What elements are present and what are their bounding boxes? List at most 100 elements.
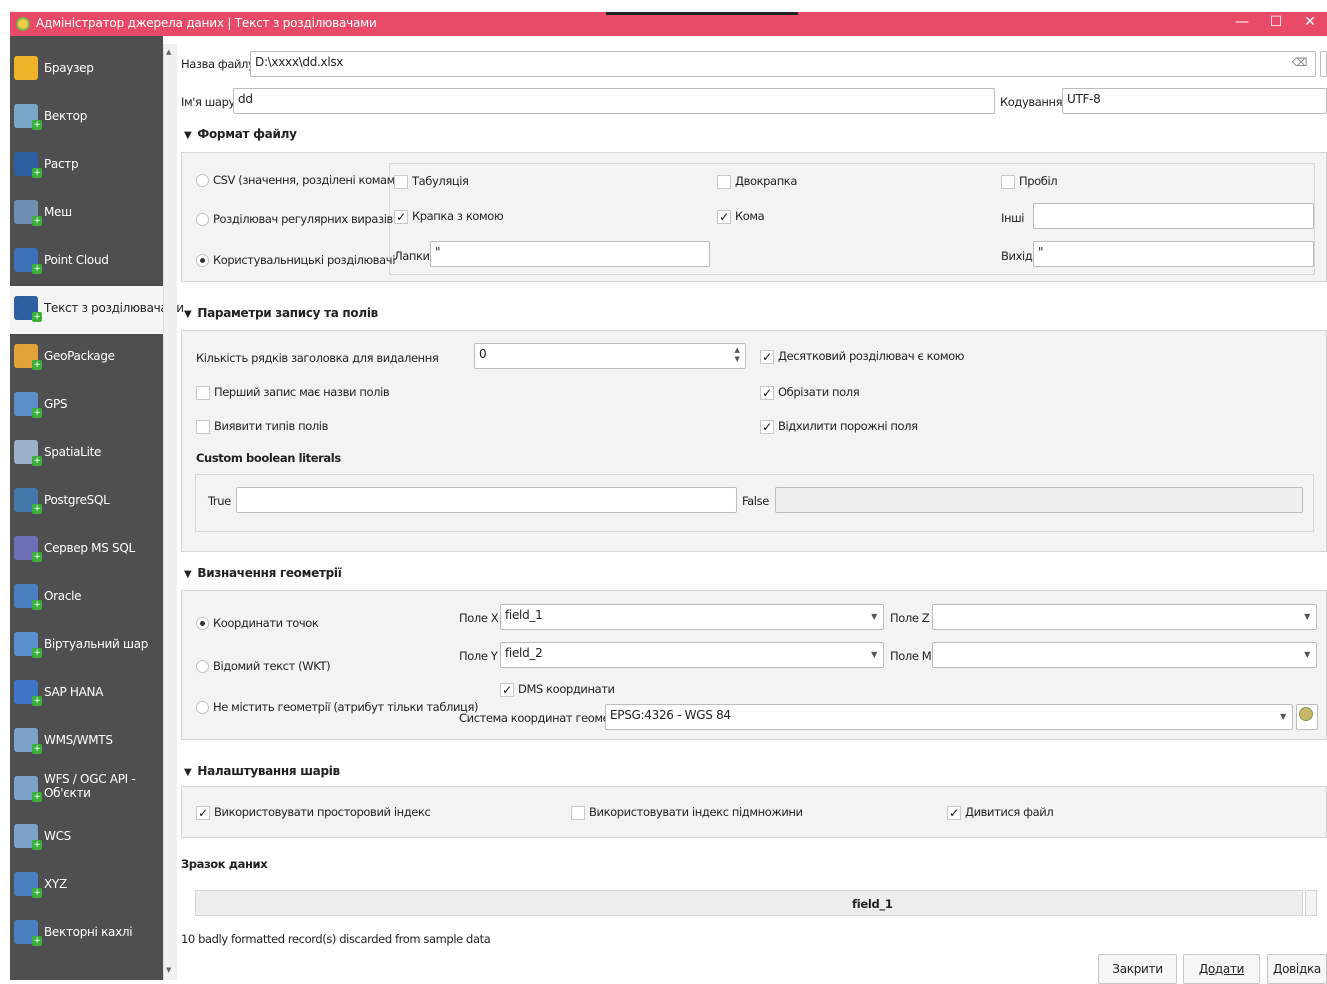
sidebar-item-label: Point Cloud bbox=[44, 253, 109, 267]
discard-empty-checkbox[interactable]: Відхилити порожні поля bbox=[760, 419, 918, 434]
crs-select[interactable]: EPSG:4326 - WGS 84 ▼ bbox=[605, 704, 1293, 730]
add-badge-icon: + bbox=[32, 936, 42, 946]
spatial-index-checkbox[interactable]: Використовувати просторовий індекс bbox=[196, 805, 431, 820]
radio-dot bbox=[196, 701, 209, 714]
close-window-button[interactable]: ✕ bbox=[1296, 14, 1324, 30]
sidebar-item-wcs[interactable]: + WCS bbox=[10, 814, 163, 862]
y-field-value: field_2 bbox=[505, 646, 543, 660]
m-field-select[interactable]: ▼ bbox=[932, 642, 1317, 668]
sidebar-item-folder[interactable]: Браузер bbox=[10, 46, 163, 94]
filename-value: D:\xxxx\dd.xlsx bbox=[255, 55, 344, 69]
subset-index-label: Використовувати індекс підмножини bbox=[589, 805, 803, 819]
checkbox-box bbox=[717, 174, 731, 189]
dms-checkbox[interactable]: DMS координати bbox=[500, 682, 615, 697]
discard-empty-label: Відхилити порожні поля bbox=[778, 419, 918, 433]
true-input[interactable] bbox=[236, 487, 737, 513]
x-field-value: field_1 bbox=[505, 608, 543, 622]
point-coordinates-radio[interactable]: Координати точок bbox=[196, 616, 319, 630]
geometry-section-header[interactable]: ▼ Визначення геометрії bbox=[184, 566, 342, 580]
sidebar-item-label: SpatiaLite bbox=[44, 445, 102, 459]
colon-checkbox[interactable]: Двокрапка bbox=[717, 174, 797, 189]
sample-column-header[interactable]: field_1 bbox=[852, 897, 893, 911]
trim-fields-label: Обрізати поля bbox=[778, 385, 860, 399]
sidebar-item-mesh[interactable]: + Меш bbox=[10, 190, 163, 238]
sidebar-item-vector-tiles[interactable]: + Векторні кахлі bbox=[10, 910, 163, 958]
sidebar-item-delimited-text[interactable]: + Текст з розділювачами bbox=[10, 286, 184, 334]
y-field-select[interactable]: field_2 ▼ bbox=[500, 642, 884, 668]
sidebar-item-oracle[interactable]: + Oracle bbox=[10, 574, 163, 622]
scroll-down-icon[interactable]: ▼ bbox=[166, 966, 171, 974]
csv-label: CSV (значення, розділені комами) bbox=[213, 173, 407, 187]
subset-index-checkbox[interactable]: Використовувати індекс підмножини bbox=[571, 805, 803, 820]
layer-name-input[interactable]: dd bbox=[233, 88, 995, 114]
sample-note: 10 badly formatted record(s) discarded f… bbox=[181, 932, 491, 946]
csv-radio[interactable]: CSV (значення, розділені комами) bbox=[196, 173, 406, 187]
sidebar-item-xyz[interactable]: + XYZ bbox=[10, 862, 163, 910]
encoding-select[interactable]: UTF-8 bbox=[1062, 88, 1327, 114]
tab-label: Табуляція bbox=[412, 174, 469, 188]
crs-selector-button[interactable] bbox=[1296, 704, 1318, 730]
sidebar-item-spatialite[interactable]: + SpatiaLite bbox=[10, 430, 163, 478]
sidebar-item-gps[interactable]: + GPS bbox=[10, 382, 163, 430]
add-badge-icon: + bbox=[32, 216, 42, 226]
layer-settings-title: Налаштування шарів bbox=[197, 764, 340, 778]
decimal-comma-checkbox[interactable]: Десятковий розділювач є комою bbox=[760, 349, 964, 364]
other-delimiter-input[interactable] bbox=[1033, 203, 1314, 229]
sidebar-item-virtual-layer[interactable]: + Віртуальний шар bbox=[10, 622, 163, 670]
skip-lines-spinbox[interactable]: 0 ▲ ▼ bbox=[474, 343, 746, 369]
no-geometry-radio[interactable]: Не містить геометрії (атрибут тільки таб… bbox=[196, 700, 478, 714]
spin-arrows-icon[interactable]: ▲ ▼ bbox=[731, 346, 743, 366]
false-input[interactable] bbox=[775, 487, 1303, 513]
wkt-radio[interactable]: Відомий текст (WKT) bbox=[196, 659, 331, 673]
filename-input[interactable]: D:\xxxx\dd.xlsx ⌫ bbox=[250, 51, 1316, 77]
sidebar-item-label: Oracle bbox=[44, 589, 82, 603]
tab-checkbox[interactable]: Табуляція bbox=[394, 174, 469, 189]
sidebar-item-label: SAP HANA bbox=[44, 685, 104, 699]
add-badge-icon: + bbox=[32, 648, 42, 658]
sidebar-item-geopackage[interactable]: + GeoPackage bbox=[10, 334, 163, 382]
qgis-logo-icon bbox=[16, 17, 30, 31]
records-section-header[interactable]: ▼ Параметри запису та полів bbox=[184, 306, 378, 320]
sidebar-item-wfs[interactable]: + WFS / OGC API - Об'єкти bbox=[10, 766, 163, 814]
layer-settings-section-header[interactable]: ▼ Налаштування шарів bbox=[184, 764, 340, 778]
quote-input[interactable]: " bbox=[430, 241, 710, 267]
first-record-checkbox[interactable]: Перший запис має назви полів bbox=[196, 385, 390, 400]
quote-value: " bbox=[435, 245, 441, 259]
sidebar-item-point-cloud[interactable]: + Point Cloud bbox=[10, 238, 163, 286]
maximize-button[interactable]: ☐ bbox=[1262, 14, 1290, 30]
x-field-select[interactable]: field_1 ▼ bbox=[500, 604, 884, 630]
semicolon-label: Крапка з комою bbox=[412, 209, 504, 223]
sidebar: Браузер + Вектор + Растр + Меш + Point Cloud + Тек… bbox=[10, 36, 184, 980]
sidebar-item-postgresql[interactable]: + PostgreSQL bbox=[10, 478, 163, 526]
regex-radio[interactable]: Розділювач регулярних виразів bbox=[196, 212, 393, 226]
checkbox-box bbox=[196, 419, 210, 434]
collapse-icon: ▼ bbox=[184, 130, 192, 141]
clear-icon[interactable]: ⌫ bbox=[1292, 56, 1308, 69]
sidebar-item-sap-hana[interactable]: + SAP HANA bbox=[10, 670, 163, 718]
comma-checkbox[interactable]: Кома bbox=[717, 209, 765, 224]
trim-fields-checkbox[interactable]: Обрізати поля bbox=[760, 385, 860, 400]
space-checkbox[interactable]: Пробіл bbox=[1001, 174, 1058, 189]
watch-file-checkbox[interactable]: Дивитися файл bbox=[947, 805, 1054, 820]
add-badge-icon: + bbox=[32, 744, 42, 754]
comma-label: Кома bbox=[735, 209, 765, 223]
format-section-header[interactable]: ▼ Формат файлу bbox=[184, 127, 297, 141]
z-field-select[interactable]: ▼ bbox=[932, 604, 1317, 630]
detect-types-checkbox[interactable]: Виявити типів полів bbox=[196, 419, 328, 434]
point-label: Координати точок bbox=[213, 616, 319, 630]
semicolon-checkbox[interactable]: Крапка з комою bbox=[394, 209, 504, 224]
scroll-up-icon[interactable]: ▲ bbox=[166, 48, 171, 56]
sidebar-item-mssql[interactable]: + Сервер MS SQL bbox=[10, 526, 163, 574]
add-badge-icon: + bbox=[32, 312, 42, 322]
escape-input[interactable]: " bbox=[1033, 241, 1314, 267]
sample-table-scrollbar[interactable] bbox=[1305, 890, 1317, 916]
browse-button[interactable] bbox=[1320, 51, 1327, 77]
escape-label: Вихід bbox=[1001, 249, 1033, 263]
minimize-button[interactable]: — bbox=[1228, 14, 1256, 30]
sidebar-item-raster[interactable]: + Растр bbox=[10, 142, 163, 190]
sidebar-item-wms[interactable]: + WMS/WMTS bbox=[10, 718, 163, 766]
globe-icon bbox=[1299, 707, 1313, 721]
custom-delimiters-radio[interactable]: Користувальницькі розділювачі bbox=[196, 253, 395, 267]
sidebar-item-vector[interactable]: + Вектор bbox=[10, 94, 163, 142]
vertical-scrollbar[interactable]: ▲ ▼ bbox=[163, 44, 177, 980]
